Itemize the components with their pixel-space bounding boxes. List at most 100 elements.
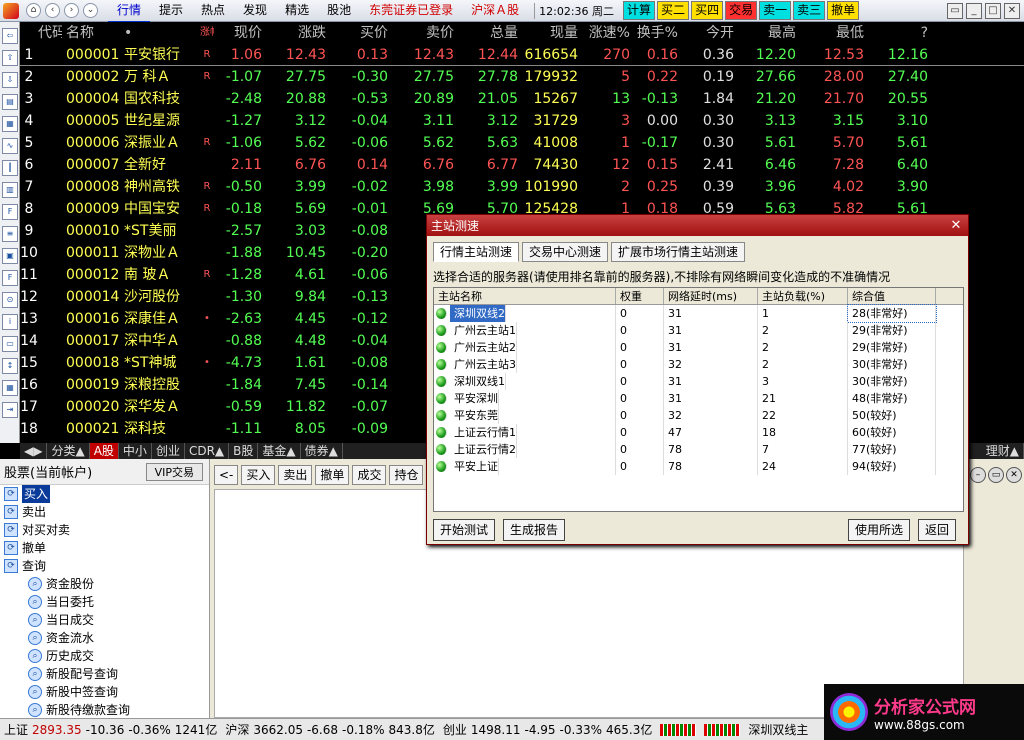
menu-item-1[interactable]: 提示 bbox=[150, 0, 192, 23]
tree-item-2[interactable]: ⟳ 对买对卖 bbox=[0, 521, 209, 539]
arrow-left-icon[interactable]: ⇦ bbox=[2, 28, 18, 44]
market-tab-2[interactable]: A股 bbox=[89, 443, 119, 459]
back-icon[interactable]: ‹ bbox=[45, 3, 60, 18]
table-row[interactable]: 7 000008 神州高铁 R -0.50 3.99 -0.02 3.98 3.99 101990… bbox=[20, 176, 1024, 198]
quick-button-6[interactable]: 撤单 bbox=[827, 1, 860, 20]
quick-button-1[interactable]: 买二 bbox=[657, 1, 690, 20]
panel-restore-icon[interactable]: ▭ bbox=[988, 467, 1004, 483]
return-button[interactable]: 返回 bbox=[917, 519, 956, 541]
calendar-icon[interactable]: ▣ bbox=[2, 248, 18, 264]
tree-item-4[interactable]: ⟳ 查询 bbox=[0, 557, 209, 575]
tree-item-3[interactable]: ⟳ 撤单 bbox=[0, 539, 209, 557]
table-row[interactable]: 5 000006 深振业Ａ R -1.06 5.62 -0.06 5.62 5.63 41008 1… bbox=[20, 132, 1024, 154]
market-tab-8[interactable]: 债券▲ bbox=[301, 443, 343, 459]
dialog-tab-0[interactable]: 行情主站测速 bbox=[433, 242, 520, 262]
export-icon[interactable]: ⇥ bbox=[2, 402, 18, 418]
quick-button-0[interactable]: 计算 bbox=[623, 1, 656, 20]
market-tab-1[interactable]: 分类▲ bbox=[47, 443, 90, 459]
finance-icon[interactable]: F bbox=[2, 270, 18, 286]
server-header-2[interactable]: 网络延时(ms) bbox=[664, 288, 758, 304]
fund-icon[interactable]: F bbox=[2, 204, 18, 220]
server-row[interactable]: 上证云行情2 0 78 7 77(较好) bbox=[434, 441, 963, 458]
server-header-4[interactable]: 综合值 bbox=[848, 288, 936, 304]
server-row[interactable]: 平安深圳 0 31 21 48(非常好) bbox=[434, 390, 963, 407]
server-header-0[interactable]: 主站名称 bbox=[434, 288, 616, 304]
forward-icon[interactable]: › bbox=[64, 3, 79, 18]
panel-minimize-icon[interactable]: – bbox=[970, 467, 986, 483]
menu-item-3[interactable]: 发现 bbox=[234, 0, 276, 23]
table-row[interactable]: 1 000001 平安银行 R 1.06 12.43 0.13 12.43 12.44 61665… bbox=[20, 44, 1024, 66]
restore-icon[interactable]: ▭ bbox=[947, 2, 963, 19]
server-row[interactable]: 广州云主站3 0 32 2 30(非常好) bbox=[434, 356, 963, 373]
column-header-10[interactable]: 现量 bbox=[518, 22, 578, 44]
column-header-4[interactable]: 涨幅% bbox=[200, 22, 214, 44]
vip-trade-button[interactable]: VIP交易 bbox=[145, 462, 203, 481]
server-row[interactable]: 深圳双线2 0 31 1 28(非常好) bbox=[434, 304, 963, 323]
sort-icon[interactable]: ↕ bbox=[2, 358, 18, 374]
quick-button-3[interactable]: 交易 bbox=[725, 1, 758, 20]
column-header-6[interactable]: 涨跌 bbox=[262, 22, 326, 44]
table-row[interactable]: 3 000004 国农科技 -2.48 20.88 -0.53 20.89 21.05 1526… bbox=[20, 88, 1024, 110]
trade-toolbar-button-5[interactable]: 持仓 bbox=[389, 465, 424, 485]
market-tab-4[interactable]: 创业 bbox=[152, 443, 185, 459]
column-header-14[interactable]: 最高 bbox=[734, 22, 796, 44]
trade-toolbar-button-1[interactable]: 买入 bbox=[241, 465, 276, 485]
column-header-2[interactable]: 名称 bbox=[62, 22, 122, 44]
menu-item-6[interactable]: 东莞证券已登录 bbox=[360, 0, 462, 23]
column-header-5[interactable]: 现价 bbox=[214, 22, 262, 44]
bar-chart-icon[interactable]: ▥ bbox=[2, 182, 18, 198]
column-header-13[interactable]: 今开 bbox=[678, 22, 734, 44]
home-icon[interactable]: ⌂ bbox=[26, 3, 41, 18]
folder-icon[interactable]: ▭ bbox=[2, 336, 18, 352]
grid-icon[interactable]: ▦ bbox=[2, 380, 18, 396]
table-row[interactable]: 6 000007 全新好 2.11 6.76 0.14 6.76 6.77 74430 12 0.1… bbox=[20, 154, 1024, 176]
column-header-3[interactable]: • bbox=[122, 22, 200, 44]
tree-subitem-5[interactable]: ⌕ 新股配号查询 bbox=[0, 665, 209, 683]
tree-subitem-4[interactable]: ⌕ 历史成交 bbox=[0, 647, 209, 665]
server-row[interactable]: 广州云主站1 0 31 2 29(非常好) bbox=[434, 322, 963, 339]
column-header-15[interactable]: 最低 bbox=[796, 22, 864, 44]
column-header-1[interactable]: 代码 bbox=[38, 22, 62, 44]
column-header-7[interactable]: 买价 bbox=[326, 22, 388, 44]
table-row[interactable]: 4 000005 世纪星源 -1.27 3.12 -0.04 3.11 3.12 31729 3 0… bbox=[20, 110, 1024, 132]
start-test-button[interactable]: 开始测试 bbox=[433, 519, 496, 541]
server-header-1[interactable]: 权重 bbox=[616, 288, 664, 304]
server-row[interactable]: 平安上证 0 78 24 94(较好) bbox=[434, 458, 963, 475]
server-row[interactable]: 平安东莞 0 32 22 50(较好) bbox=[434, 407, 963, 424]
panel-close-icon[interactable]: ✕ bbox=[1006, 467, 1022, 483]
market-tab-3[interactable]: 中小 bbox=[119, 443, 152, 459]
trade-toolbar-button-3[interactable]: 撤单 bbox=[315, 465, 350, 485]
chart-line-icon[interactable]: ∿ bbox=[2, 138, 18, 154]
menu-item-7[interactable]: 沪深Ａ股 bbox=[462, 0, 528, 23]
server-row[interactable]: 深圳双线1 0 31 3 30(非常好) bbox=[434, 373, 963, 390]
menu-item-4[interactable]: 精选 bbox=[276, 0, 318, 23]
trade-toolbar-button-4[interactable]: 成交 bbox=[352, 465, 387, 485]
dropdown-icon[interactable]: ⌄ bbox=[83, 3, 98, 18]
dialog-tab-1[interactable]: 交易中心测速 bbox=[522, 242, 609, 262]
column-header-16[interactable]: ? bbox=[864, 22, 928, 44]
arrow-down-icon[interactable]: ⇩ bbox=[2, 72, 18, 88]
tree-subitem-6[interactable]: ⌕ 新股中签查询 bbox=[0, 683, 209, 701]
market-tab-finance[interactable]: 理财▲ bbox=[982, 443, 1024, 459]
tree-item-1[interactable]: ⟳ 卖出 bbox=[0, 503, 209, 521]
tree-subitem-3[interactable]: ⌕ 资金流水 bbox=[0, 629, 209, 647]
use-selected-button[interactable]: 使用所选 bbox=[847, 519, 910, 541]
tree-item-0[interactable]: ⟳ 买入 bbox=[0, 485, 209, 503]
market-tab-0[interactable]: ◀▶ bbox=[20, 443, 48, 459]
server-row[interactable]: 上证云行情1 0 47 18 60(较好) bbox=[434, 424, 963, 441]
menu-item-5[interactable]: 股池 bbox=[318, 0, 360, 23]
tree-subitem-7[interactable]: ⌕ 新股待缴款查询 bbox=[0, 701, 209, 719]
news-icon[interactable]: ≡ bbox=[2, 226, 18, 242]
candlestick-icon[interactable]: ┃ bbox=[2, 160, 18, 176]
tree-subitem-0[interactable]: ⌕ 资金股份 bbox=[0, 575, 209, 593]
market-tab-5[interactable]: CDR▲ bbox=[185, 443, 230, 459]
column-header-12[interactable]: 换手% bbox=[630, 22, 678, 44]
market-tab-6[interactable]: B股 bbox=[229, 443, 259, 459]
dialog-close-icon[interactable]: ✕ bbox=[948, 218, 964, 234]
menu-item-0[interactable]: 行情 bbox=[108, 0, 151, 23]
generate-report-button[interactable]: 生成报告 bbox=[503, 519, 566, 541]
server-header-3[interactable]: 主站负载(%) bbox=[758, 288, 848, 304]
column-header-11[interactable]: 涨速% bbox=[578, 22, 630, 44]
close-icon[interactable]: ✕ bbox=[1004, 2, 1020, 19]
minimize-icon[interactable]: _ bbox=[966, 2, 982, 19]
